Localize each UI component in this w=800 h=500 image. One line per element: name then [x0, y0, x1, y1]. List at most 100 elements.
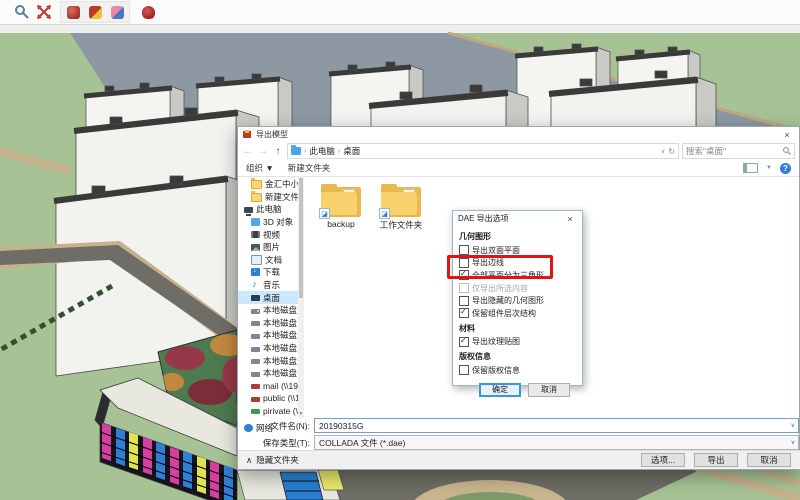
- checkbox-export-texture-maps[interactable]: 导出纹理贴图: [459, 336, 576, 349]
- checkbox-icon[interactable]: [459, 308, 469, 318]
- checkbox-export-two-sided-faces[interactable]: 导出双面平面: [459, 244, 576, 257]
- sidebar-item-mail-share[interactable]: mail (\\192.168: [238, 380, 304, 393]
- folder-item-work[interactable]: ◪ 工作文件夹: [372, 184, 430, 231]
- sidebar-item-videos[interactable]: 视频: [238, 228, 304, 241]
- sidebar-item-drive-e[interactable]: 本地磁盘 (E:): [238, 329, 304, 342]
- window-title: 导出模型: [256, 129, 288, 140]
- drive-icon: [251, 359, 260, 364]
- sidebar-item-music[interactable]: 音乐: [238, 279, 304, 292]
- checkbox-icon[interactable]: [459, 365, 469, 375]
- back-icon[interactable]: ←: [242, 146, 254, 157]
- navigation-pane: 金汇中小学效果图∧ 新建文件夹 此电脑 3D 对象 视频 图片 文档 下载 音乐…: [238, 176, 304, 418]
- sidebar-item-pinned-folder-2[interactable]: 新建文件夹: [238, 191, 304, 204]
- network-drive-red-icon: [251, 397, 260, 402]
- checkbox-icon[interactable]: [459, 245, 469, 255]
- refresh-icon[interactable]: ↻: [668, 147, 675, 156]
- help-icon[interactable]: ?: [780, 163, 791, 174]
- sidebar-item-drive-g[interactable]: 本地磁盘 (G:): [238, 354, 304, 367]
- section-geometry: 几何图形: [459, 231, 576, 242]
- plugin-tool-2-icon[interactable]: [85, 2, 105, 22]
- pan-tool-icon[interactable]: [34, 2, 54, 22]
- drive-icon: [251, 372, 260, 377]
- filename-input[interactable]: 20190315G ∨: [314, 418, 799, 433]
- plugin-tool-3-icon[interactable]: [107, 2, 127, 22]
- checkbox-triangulate-all-faces[interactable]: 全部平面分为三角形: [459, 269, 576, 282]
- checkbox-icon[interactable]: [459, 270, 469, 280]
- shortcut-badge-icon: ◪: [379, 208, 390, 219]
- window-titlebar[interactable]: 导出模型 ×: [238, 127, 799, 142]
- address-bar-row: ← → ↑ › 此电脑 › 桌面 ∨ ↻ 搜索"桌面": [238, 142, 799, 160]
- checkbox-icon[interactable]: [459, 337, 469, 347]
- filename-row: 文件名(N): 20190315G ∨: [238, 418, 800, 433]
- screenshot-root: { "app_toolbar": { "icons": ["zoom-tool-…: [0, 0, 800, 500]
- breadcrumb-separator: ›: [304, 148, 306, 155]
- sidebar-item-drive-f[interactable]: 本地磁盘 (F:): [238, 342, 304, 355]
- folder-icon: [251, 180, 262, 189]
- sidebar-item-desktop[interactable]: 桌面: [238, 291, 304, 304]
- plugin-tool-4-icon[interactable]: [138, 2, 158, 22]
- sidebar-item-pinned-folder-1[interactable]: 金汇中小学效果图∧: [238, 178, 304, 191]
- search-input[interactable]: 搜索"桌面": [682, 143, 795, 159]
- sidebar-item-drive-h[interactable]: 本地磁盘 (H:): [238, 367, 304, 380]
- dae-export-options-dialog: DAE 导出选项 × 几何图形 导出双面平面 导出边线 全部平面分为三角形 仅导…: [452, 210, 583, 386]
- sidebar-item-private-share[interactable]: pirivate (\\192.: [238, 405, 304, 418]
- new-folder-button[interactable]: 新建文件夹: [288, 162, 331, 174]
- checkbox-export-edges[interactable]: 导出边线: [459, 257, 576, 270]
- view-options-icon[interactable]: [743, 163, 758, 173]
- checkbox-icon[interactable]: [459, 258, 469, 268]
- export-button[interactable]: 导出: [694, 453, 738, 467]
- dae-dialog-titlebar[interactable]: DAE 导出选项 ×: [453, 211, 582, 226]
- sidebar-item-documents[interactable]: 文档: [238, 254, 304, 267]
- folder-icon: ◪: [321, 184, 361, 217]
- section-materials: 材料: [459, 323, 576, 334]
- sidebar-item-3d-objects[interactable]: 3D 对象: [238, 216, 304, 229]
- zoom-tool-icon[interactable]: [12, 2, 32, 22]
- folder-label: 工作文件夹: [372, 219, 430, 231]
- filetype-select[interactable]: COLLADA 文件 (*.dae) ∨: [314, 435, 799, 450]
- options-button[interactable]: 选项...: [641, 453, 685, 467]
- filetype-row: 保存类型(T): COLLADA 文件 (*.dae) ∨: [238, 435, 800, 450]
- view-dropdown-icon[interactable]: ▼: [766, 165, 772, 171]
- cancel-button[interactable]: 取消: [528, 383, 570, 397]
- folder-icon: [291, 147, 301, 155]
- breadcrumb-separator: ›: [338, 148, 340, 155]
- breadcrumb[interactable]: › 此电脑 › 桌面 ∨ ↻: [287, 143, 679, 159]
- checkbox-preserve-component-hierarchies[interactable]: 保留组件层次结构: [459, 307, 576, 320]
- breadcrumb-this-pc[interactable]: 此电脑: [309, 145, 335, 157]
- sidebar-item-this-pc[interactable]: 此电脑: [238, 203, 304, 216]
- plugin-tool-1-icon[interactable]: [63, 2, 83, 22]
- search-icon: [783, 147, 791, 155]
- chevron-down-icon[interactable]: ∨: [791, 422, 795, 429]
- plugin-tool-group: [60, 1, 130, 23]
- close-icon[interactable]: ×: [563, 214, 577, 224]
- ok-button[interactable]: 确定: [479, 383, 521, 397]
- 3d-objects-icon: [251, 218, 260, 226]
- drive-icon: [251, 321, 260, 326]
- filename-value: 20190315G: [319, 421, 363, 431]
- folder-item-backup[interactable]: ◪ backup: [312, 184, 370, 229]
- music-icon: [251, 281, 260, 290]
- address-dropdown-icon[interactable]: ∨: [661, 148, 665, 155]
- chevron-down-icon[interactable]: ∨: [791, 439, 795, 446]
- network-drive-red-icon: [251, 384, 260, 389]
- breadcrumb-desktop[interactable]: 桌面: [343, 145, 360, 157]
- videos-icon: [251, 231, 260, 238]
- forward-icon[interactable]: →: [257, 146, 269, 157]
- cancel-button[interactable]: 取消: [747, 453, 791, 467]
- hide-folders-button[interactable]: ∧ 隐藏文件夹: [246, 454, 299, 466]
- dae-dialog-title: DAE 导出选项: [458, 213, 509, 224]
- close-icon[interactable]: ×: [780, 130, 794, 140]
- checkbox-export-hidden-geometry[interactable]: 导出隐藏的几何图形: [459, 294, 576, 307]
- up-icon[interactable]: ↑: [272, 146, 284, 157]
- sidebar-item-downloads[interactable]: 下载: [238, 266, 304, 279]
- checkbox-preserve-credits[interactable]: 保留版权信息: [459, 364, 576, 377]
- checkbox-icon[interactable]: [459, 296, 469, 306]
- sidebar-item-drive-c[interactable]: 本地磁盘 (C:): [238, 304, 304, 317]
- sidebar-item-pictures[interactable]: 图片: [238, 241, 304, 254]
- sidebar-item-public-share[interactable]: public (\\192.1: [238, 392, 304, 405]
- organize-button[interactable]: 组织 ▼: [246, 162, 274, 174]
- pictures-icon: [251, 244, 260, 251]
- dialog-bottom-bar: ∧ 隐藏文件夹 选项... 导出 取消: [238, 450, 800, 469]
- sidebar-item-drive-d[interactable]: 本地磁盘 (D:): [238, 317, 304, 330]
- sketchup-export-icon: [243, 130, 252, 139]
